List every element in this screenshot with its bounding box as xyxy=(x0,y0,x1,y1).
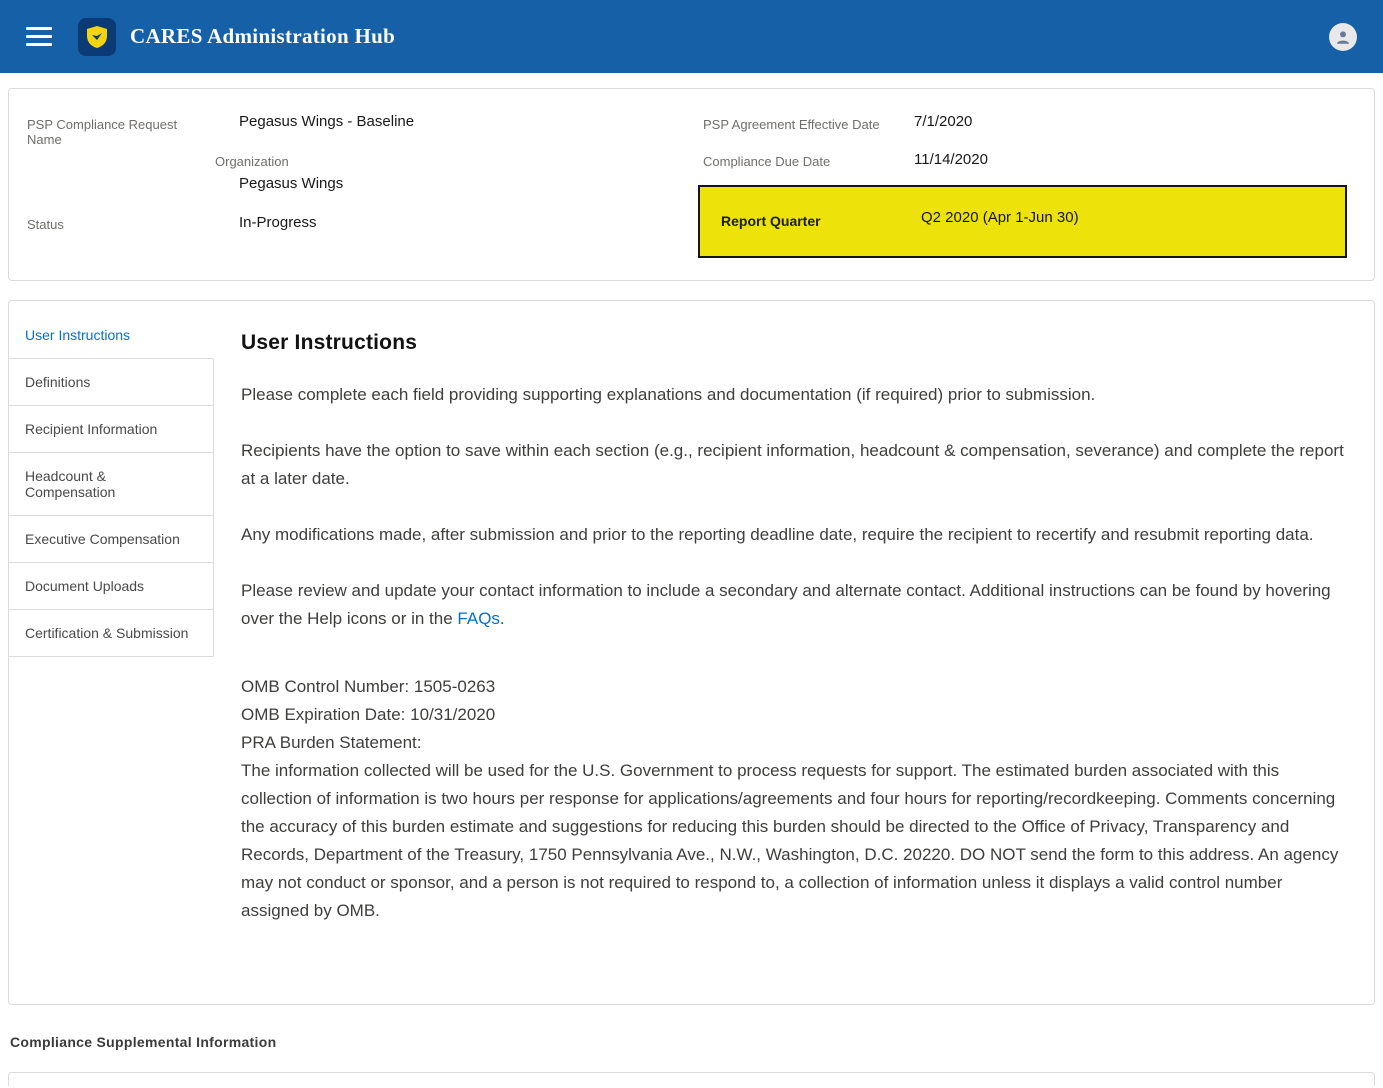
user-instructions-panel: User Instructions Please complete each f… xyxy=(214,301,1374,1004)
instruction-paragraph-3: Any modifications made, after submission… xyxy=(241,521,1354,549)
report-quarter-value: Q2 2020 (Apr 1-Jun 30) xyxy=(921,209,1079,226)
pra-burden-text: The information collected will be used f… xyxy=(241,757,1354,925)
due-date-label: Compliance Due Date xyxy=(703,154,830,169)
tab-recipient-information[interactable]: Recipient Information xyxy=(9,406,214,453)
instruction-paragraph-4-period: . xyxy=(500,609,505,628)
supplemental-info-heading: Compliance Supplemental Information xyxy=(10,1034,1383,1050)
section-tab-rail: User Instructions Definitions Recipient … xyxy=(9,301,214,1004)
app-title: CARES Administration Hub xyxy=(130,24,395,49)
omb-expiration-date: OMB Expiration Date: 10/31/2020 xyxy=(241,701,1354,729)
effective-date-value: 7/1/2020 xyxy=(914,113,972,130)
tab-executive-compensation[interactable]: Executive Compensation xyxy=(9,516,214,563)
status-label: Status xyxy=(27,217,64,232)
tab-certification-submission[interactable]: Certification & Submission xyxy=(9,610,214,657)
tab-definitions[interactable]: Definitions xyxy=(9,359,214,406)
tab-document-uploads[interactable]: Document Uploads xyxy=(9,563,214,610)
tab-headcount-compensation[interactable]: Headcount & Compensation xyxy=(9,453,214,516)
pra-burden-label: PRA Burden Statement: xyxy=(241,729,1354,757)
supplemental-info-card xyxy=(8,1072,1375,1086)
instruction-paragraph-4-text: Please review and update your contact in… xyxy=(241,581,1331,628)
panel-heading: User Instructions xyxy=(241,331,1354,355)
report-quarter-highlight: Report Quarter Q2 2020 (Apr 1-Jun 30) xyxy=(698,185,1347,258)
organization-value: Pegasus Wings xyxy=(239,175,343,192)
organization-label: Organization xyxy=(215,154,289,169)
due-date-value: 11/14/2020 xyxy=(914,151,988,168)
instruction-paragraph-2: Recipients have the option to save withi… xyxy=(241,437,1354,493)
app-header: CARES Administration Hub xyxy=(0,0,1383,73)
report-sections-card: User Instructions Definitions Recipient … xyxy=(8,300,1375,1005)
status-value: In-Progress xyxy=(239,214,317,231)
faqs-link[interactable]: FAQs xyxy=(457,609,500,628)
request-name-value: Pegasus Wings - Baseline xyxy=(239,113,414,130)
omb-control-number: OMB Control Number: 1505-0263 xyxy=(241,673,1354,701)
report-quarter-label: Report Quarter xyxy=(721,213,821,229)
tab-user-instructions[interactable]: User Instructions xyxy=(9,312,214,359)
app-logo-icon xyxy=(78,18,116,56)
request-name-label: PSP Compliance Request Name xyxy=(27,117,197,147)
instruction-paragraph-4: Please review and update your contact in… xyxy=(241,577,1354,633)
compliance-summary-card: PSP Compliance Request Name Pegasus Wing… xyxy=(8,88,1375,281)
effective-date-label: PSP Agreement Effective Date xyxy=(703,117,880,132)
user-avatar-icon[interactable] xyxy=(1329,23,1357,51)
omb-pra-block: OMB Control Number: 1505-0263 OMB Expira… xyxy=(241,673,1354,925)
instruction-paragraph-1: Please complete each field providing sup… xyxy=(241,381,1354,409)
menu-icon[interactable] xyxy=(26,27,52,46)
